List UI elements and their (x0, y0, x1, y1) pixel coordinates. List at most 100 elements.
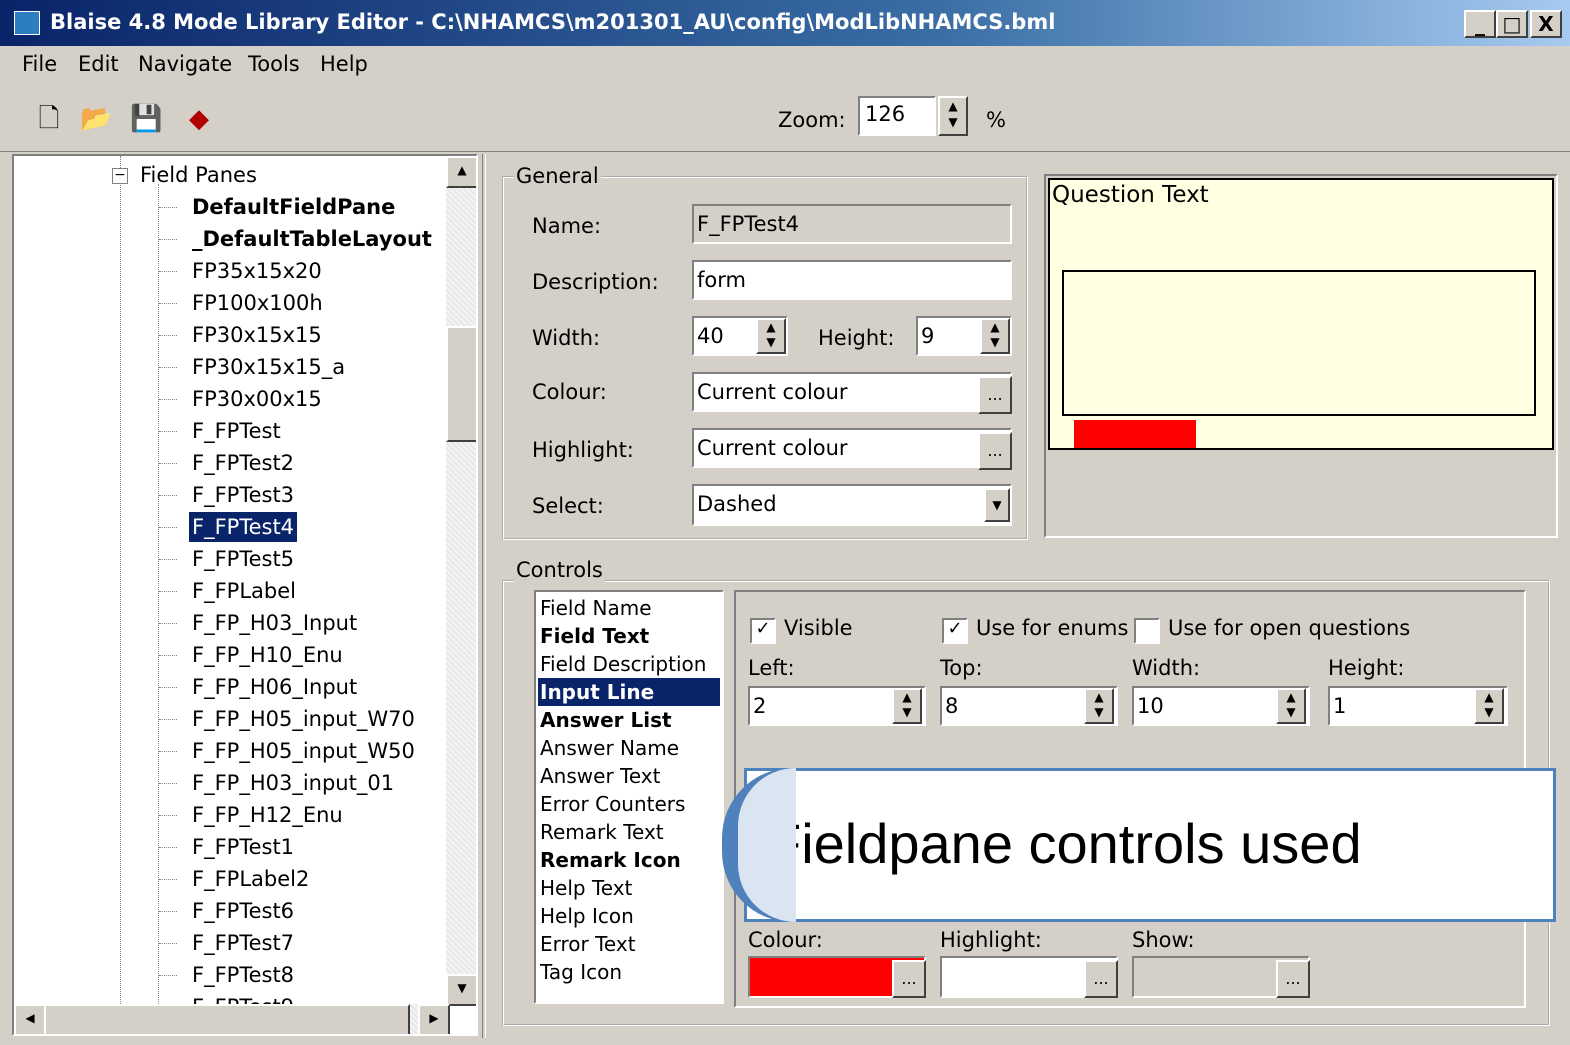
controls-list-item[interactable]: Field Text (540, 622, 649, 650)
scroll-up-icon[interactable]: ▲ (446, 156, 476, 188)
close-button[interactable]: X (1530, 10, 1562, 38)
controls-list-item[interactable]: Tag Icon (540, 958, 622, 986)
controls-list-item[interactable]: Answer Name (540, 734, 679, 762)
tree-item[interactable]: F_FP_H03_Input (192, 608, 357, 638)
controls-list-item[interactable]: Input Line (538, 678, 720, 706)
left-value: 2 (753, 694, 767, 718)
tree-item[interactable]: F_FP_H06_Input (192, 672, 357, 702)
preview-canvas: Question Text (1048, 178, 1554, 450)
tree-item[interactable]: F_FPTest8 (192, 960, 294, 990)
left-spinner[interactable]: ▲ ▼ (892, 688, 922, 724)
new-file-icon[interactable]: 🗋 (34, 104, 64, 134)
tree-item[interactable]: F_FPTest2 (192, 448, 294, 478)
tree-item[interactable]: F_FPTest5 (192, 544, 294, 574)
controls-list-item[interactable]: Answer Text (540, 762, 660, 790)
open-folder-icon[interactable]: 📂 (80, 104, 112, 134)
highlight-field[interactable]: Current colour (692, 428, 1012, 468)
tree-connector (159, 303, 177, 304)
select-dropdown[interactable]: Dashed (692, 484, 1012, 526)
tree-item[interactable]: F_FPTest4 (189, 512, 298, 542)
controls-list-item[interactable]: Remark Icon (540, 846, 681, 874)
tree-connector (159, 783, 177, 784)
menu-file[interactable]: File (22, 52, 57, 76)
zoom-input[interactable]: 126 (858, 96, 936, 136)
tree-item[interactable]: F_FP_H12_Enu (192, 800, 343, 830)
width-spinner[interactable]: ▲ ▼ (756, 318, 786, 354)
maximize-button[interactable]: □ (1496, 10, 1528, 38)
controls-list-item[interactable]: Answer List (540, 706, 672, 734)
zoom-spinner[interactable]: ▲ ▼ (938, 96, 968, 136)
controls-list-item[interactable]: Error Counters (540, 790, 685, 818)
toolbar: 🗋 📂 💾 ◆ Zoom: 126 ▲ ▼ % (0, 86, 1570, 152)
tree-item[interactable]: F_FPLabel2 (192, 864, 309, 894)
visible-checkbox[interactable]: ✓ (750, 618, 776, 644)
control-colour-picker-button[interactable]: ... (892, 960, 926, 998)
control-width-value: 10 (1137, 694, 1164, 718)
tree-item[interactable]: F_FP_H10_Enu (192, 640, 343, 670)
hscroll-thumb[interactable] (44, 1004, 410, 1034)
controls-list-item[interactable]: Help Icon (540, 902, 634, 930)
controls-list-item[interactable]: Help Text (540, 874, 632, 902)
tree-item[interactable]: F_FP_H03_input_01 (192, 768, 394, 798)
control-height-spinner[interactable]: ▲ ▼ (1474, 688, 1504, 724)
colour-picker-button[interactable]: ... (978, 376, 1012, 414)
menu-tools[interactable]: Tools (248, 52, 300, 76)
menu-edit[interactable]: Edit (78, 52, 119, 76)
height-value: 9 (921, 324, 935, 348)
tree-item[interactable]: F_FP_H05_input_W50 (192, 736, 415, 766)
tree-view[interactable]: − Field Panes DefaultFieldPane _DefaultTa… (12, 154, 478, 1036)
scroll-thumb[interactable] (446, 326, 476, 442)
controls-list-item[interactable]: Remark Text (540, 818, 664, 846)
top-spinner[interactable]: ▲ ▼ (1084, 688, 1114, 724)
minimize-button[interactable]: _ (1464, 10, 1496, 38)
tree-item[interactable]: FP100x100h (192, 288, 323, 318)
tree-item[interactable]: F_FPTest (192, 416, 281, 446)
tree-item[interactable]: F_FPTest7 (192, 928, 294, 958)
tree-item[interactable]: FP30x00x15 (192, 384, 322, 414)
control-width-spinner[interactable]: ▲ ▼ (1276, 688, 1306, 724)
tree-vertical-scrollbar[interactable]: ▲ ▼ (446, 156, 476, 1006)
tree-item[interactable]: FP30x15x15 (192, 320, 322, 350)
tree-item[interactable]: F_FPTest6 (192, 896, 294, 926)
scroll-down-icon[interactable]: ▼ (446, 974, 476, 1006)
tree-connector (159, 751, 177, 752)
control-highlight-picker-button[interactable]: ... (1084, 960, 1118, 998)
save-disk-icon[interactable]: 💾 (130, 104, 162, 134)
tree-item[interactable]: DefaultFieldPane (192, 192, 395, 222)
scroll-right-icon[interactable]: ▶ (418, 1004, 450, 1034)
highlight-picker-button[interactable]: ... (978, 432, 1012, 470)
tree-item[interactable]: F_FPLabel (192, 576, 296, 606)
description-field[interactable]: form (692, 260, 1012, 300)
tree-connector (159, 591, 177, 592)
splitter[interactable] (482, 154, 486, 1038)
tree-item[interactable]: F_FPTest1 (192, 832, 294, 862)
tree-item[interactable]: F_FP_H05_input_W70 (192, 704, 415, 734)
colour-field[interactable]: Current colour (692, 372, 1012, 412)
zoom-label: Zoom: (778, 108, 846, 132)
controls-list-item[interactable]: Field Name (540, 594, 652, 622)
left-label: Left: (748, 656, 795, 680)
tree-item[interactable]: FP35x15x20 (192, 256, 322, 286)
tag-icon[interactable]: ◆ (184, 104, 214, 134)
tree-item[interactable]: FP30x15x15_a (192, 352, 345, 382)
menu-navigate[interactable]: Navigate (138, 52, 232, 76)
enums-checkbox[interactable]: ✓ (942, 618, 968, 644)
height-spinner[interactable]: ▲ ▼ (980, 318, 1010, 354)
tree-connector (159, 463, 177, 464)
tree-item[interactable]: _DefaultTableLayout (192, 224, 432, 254)
controls-list-item[interactable]: Error Text (540, 930, 636, 958)
control-show-picker-button[interactable]: ... (1276, 960, 1310, 998)
open-questions-checkbox[interactable] (1134, 618, 1160, 644)
colour-value: Current colour (697, 380, 848, 404)
select-value: Dashed (697, 492, 777, 516)
dropdown-arrow-icon[interactable]: ▼ (984, 488, 1010, 522)
name-field[interactable]: F_FPTest4 (692, 204, 1012, 244)
scroll-left-icon[interactable]: ◀ (14, 1004, 46, 1034)
tree-root-field-panes[interactable]: Field Panes (140, 160, 257, 190)
menu-help[interactable]: Help (320, 52, 368, 76)
controls-list[interactable]: Field Name Field Text Field Description Inp… (534, 590, 724, 1004)
tree-horizontal-scrollbar[interactable]: ◀ ▶ (14, 1004, 450, 1034)
controls-list-item[interactable]: Field Description (540, 650, 706, 678)
tree-item[interactable]: F_FPTest3 (192, 480, 294, 510)
collapse-icon[interactable]: − (112, 168, 128, 184)
